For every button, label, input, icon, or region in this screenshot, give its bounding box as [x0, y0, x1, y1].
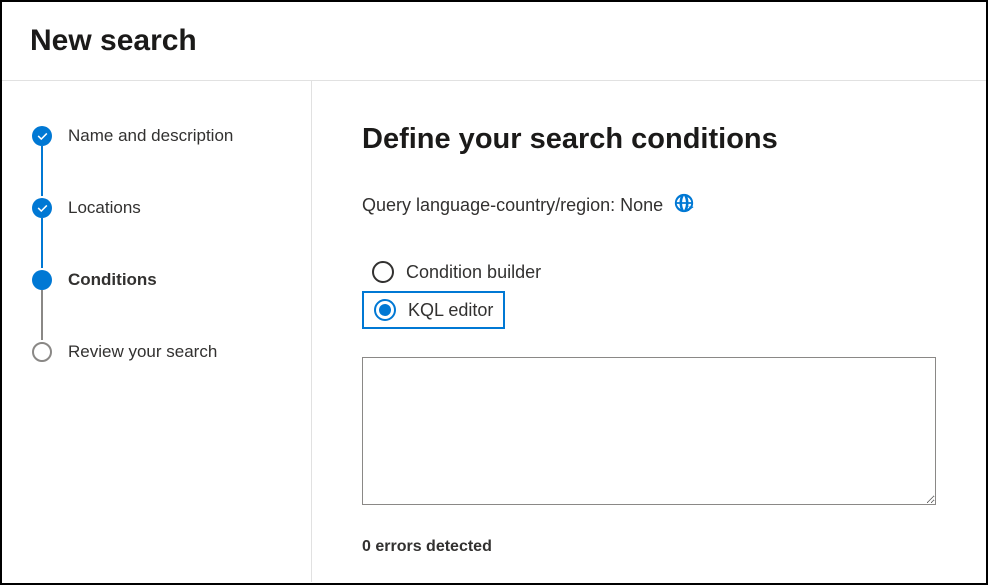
- radio-condition-builder[interactable]: Condition builder: [362, 255, 551, 289]
- query-language-label: Query language-country/region: None: [362, 195, 663, 216]
- main-heading: Define your search conditions: [362, 123, 936, 156]
- main-panel: Define your search conditions Query lang…: [312, 81, 986, 582]
- query-language-row: Query language-country/region: None: [362, 192, 936, 219]
- step-review-your-search[interactable]: Review your search: [32, 342, 311, 362]
- editor-mode-radio-group: Condition builder KQL editor: [362, 255, 936, 331]
- step-label: Name and description: [68, 126, 233, 146]
- current-step-icon: [32, 270, 52, 290]
- kql-editor-textarea[interactable]: [362, 357, 936, 505]
- radio-label: Condition builder: [406, 262, 541, 283]
- step-label: Review your search: [68, 342, 217, 362]
- step-connector: [41, 290, 43, 340]
- radio-icon: [372, 261, 394, 283]
- radio-kql-editor[interactable]: KQL editor: [362, 291, 505, 329]
- step-connector: [41, 218, 43, 268]
- step-label: Locations: [68, 198, 141, 218]
- radio-label: KQL editor: [408, 300, 493, 321]
- page-header: New search: [2, 2, 986, 81]
- translate-icon[interactable]: [673, 192, 695, 219]
- wizard-sidebar: Name and description Locations Condition…: [2, 81, 312, 582]
- pending-step-icon: [32, 342, 52, 362]
- step-connector: [41, 146, 43, 196]
- step-name-and-description[interactable]: Name and description: [32, 126, 311, 198]
- step-list: Name and description Locations Condition…: [32, 126, 311, 362]
- radio-icon: [374, 299, 396, 321]
- step-label: Conditions: [68, 270, 157, 290]
- step-conditions[interactable]: Conditions: [32, 270, 311, 342]
- content-area: Name and description Locations Condition…: [2, 81, 986, 582]
- check-icon: [32, 126, 52, 146]
- step-locations[interactable]: Locations: [32, 198, 311, 270]
- check-icon: [32, 198, 52, 218]
- page-title: New search: [30, 24, 958, 58]
- errors-detected-text: 0 errors detected: [362, 538, 936, 556]
